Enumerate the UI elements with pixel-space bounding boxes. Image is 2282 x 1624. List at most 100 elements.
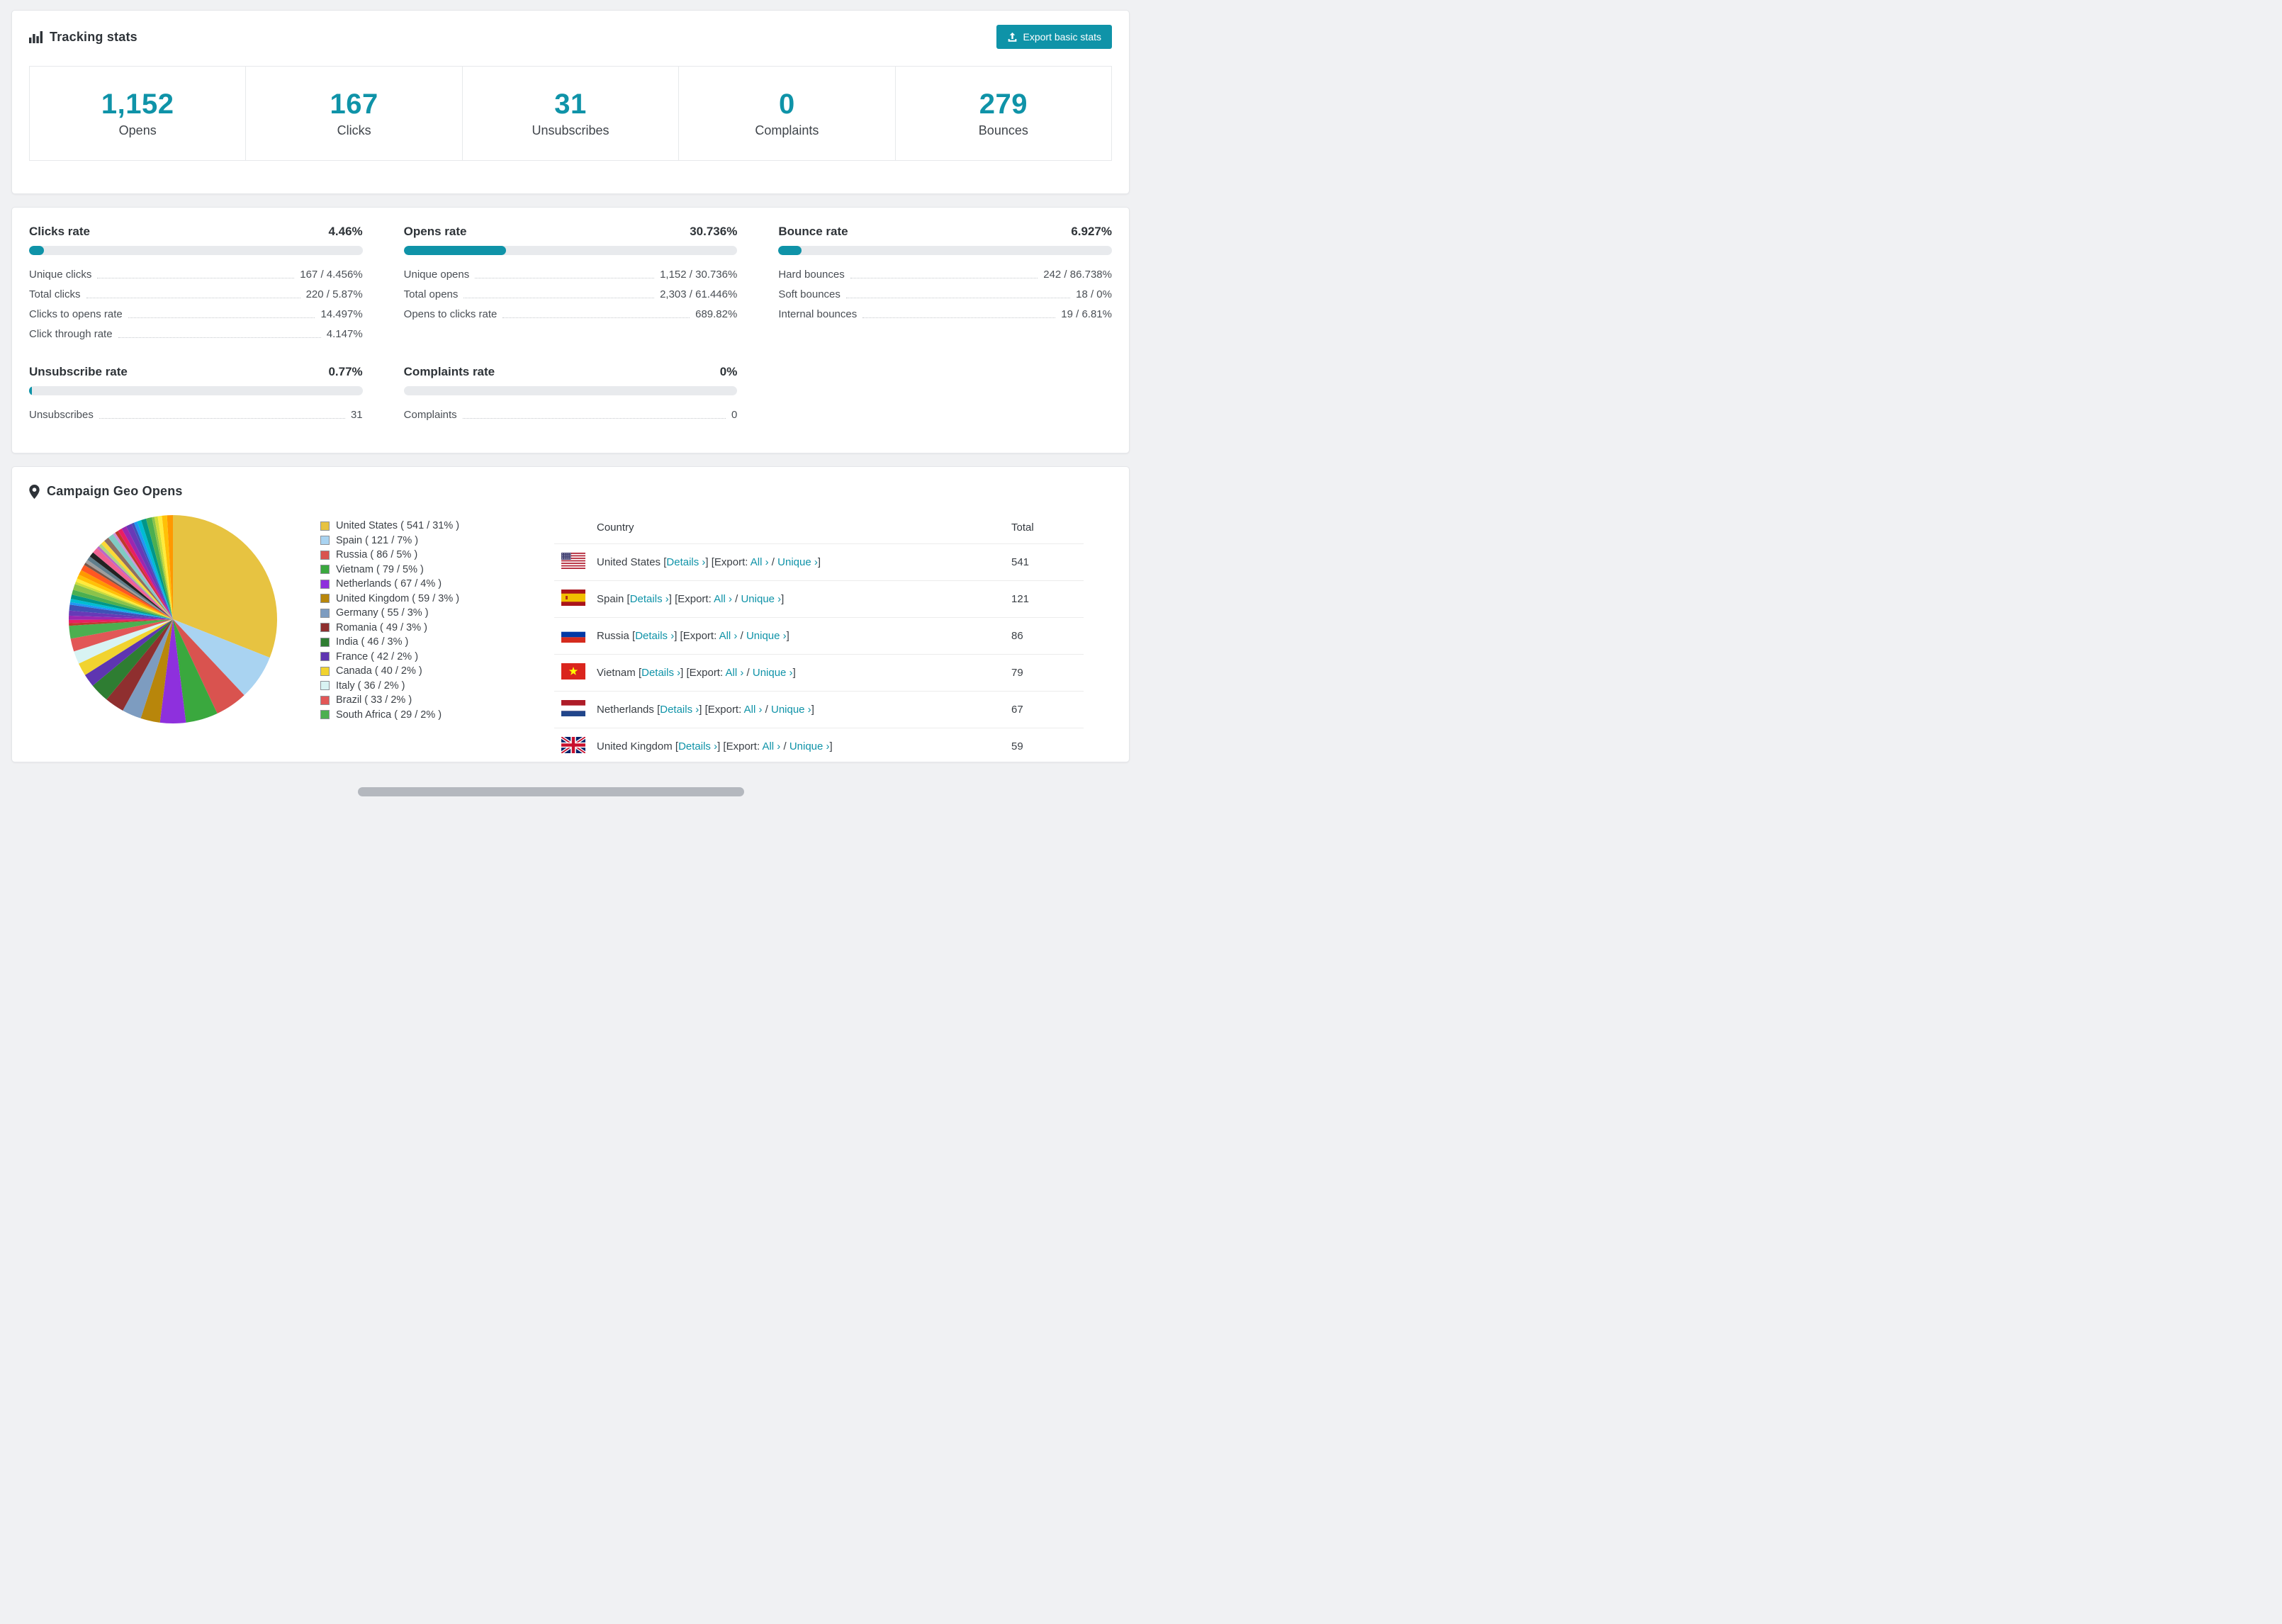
bracket: ] [817, 556, 821, 568]
metric-row: Unique opens 1,152 / 30.736% [404, 264, 738, 284]
metric-value: 4.147% [326, 327, 363, 340]
rate-progress-bar [403, 246, 738, 255]
country-cell: Vietnam [Details ›] [Export: All › / Uni… [591, 654, 1006, 692]
legend-item-south-africa: South Africa ( 29 / 2% ) [320, 708, 522, 723]
export-all-link[interactable]: All › [744, 704, 763, 716]
details-link[interactable]: Details › [635, 630, 674, 642]
rate-progress-bar [778, 246, 1112, 255]
rate-head: Clicks rate 4.46% [29, 225, 363, 239]
total-cell: 67 [1006, 691, 1084, 728]
total-cell: 79 [1006, 654, 1084, 692]
geo-table-header-row: Country Total [554, 507, 1084, 544]
export-basic-stats-button[interactable]: Export basic stats [996, 25, 1112, 49]
separator: / [737, 630, 746, 642]
details-link[interactable]: Details › [641, 667, 680, 679]
legend-swatch [320, 710, 330, 720]
tracking-stats-header: Tracking stats Export basic stats [29, 25, 1112, 49]
rate-head: Bounce rate 6.927% [778, 225, 1112, 239]
legend-label: South Africa ( 29 / 2% ) [336, 709, 442, 721]
legend-item-vietnam: Vietnam ( 79 / 5% ) [320, 563, 522, 577]
export-unique-link[interactable]: Unique › [789, 740, 830, 752]
legend-label: Vietnam ( 79 / 5% ) [336, 563, 424, 575]
legend-label: Russia ( 86 / 5% ) [336, 549, 418, 561]
separator: / [731, 593, 741, 605]
horizontal-scrollbar-thumb[interactable] [358, 787, 744, 796]
legend-label: Spain ( 121 / 7% ) [336, 534, 419, 546]
metric-label: Soft bounces [778, 288, 841, 300]
flag-cell [554, 617, 591, 655]
details-link[interactable]: Details › [660, 704, 699, 716]
export-unique-link[interactable]: Unique › [753, 667, 793, 679]
rate-progress-fill [778, 246, 802, 255]
export-all-link[interactable]: All › [762, 740, 780, 752]
rate-block-complaints-rate: Complaints rate 0% Complaints 0 [403, 365, 738, 424]
details-link[interactable]: Details › [630, 593, 669, 605]
legend-swatch [320, 536, 330, 546]
rate-value: 6.927% [1071, 225, 1112, 238]
metric-row: Soft bounces 18 / 0% [778, 284, 1112, 304]
rates-grid: Clicks rate 4.46% Unique clicks 167 / 4.456… [29, 225, 1112, 424]
export-unique-link[interactable]: Unique › [771, 704, 811, 716]
export-all-link[interactable]: All › [751, 556, 769, 568]
export-all-link[interactable]: All › [719, 630, 738, 642]
legend-item-italy: Italy ( 36 / 2% ) [320, 679, 522, 694]
export-all-link[interactable]: All › [714, 593, 732, 605]
stat-value-complaints: 0 [779, 89, 795, 120]
country-name: Vietnam [597, 667, 639, 679]
details-link[interactable]: Details › [666, 556, 705, 568]
gb-flag-icon [561, 737, 585, 753]
legend-label: India ( 46 / 3% ) [336, 636, 409, 648]
stat-value-bounces: 279 [979, 89, 1028, 120]
rate-title: Unsubscribe rate [29, 365, 128, 378]
metric-value: 2,303 / 61.446% [660, 288, 738, 300]
rate-value: 30.736% [690, 225, 738, 238]
campaign-geo-opens-card: Campaign Geo Opens United States ( 541 /… [11, 466, 1130, 762]
legend-label: United Kingdom ( 59 / 3% ) [336, 592, 460, 604]
metric-value: 242 / 86.738% [1043, 268, 1112, 281]
flag-cell [554, 728, 591, 762]
table-row-vietnam: Vietnam [Details ›] [Export: All › / Uni… [554, 654, 1084, 692]
bracket: ] [Export: [668, 593, 714, 605]
metric-row: Total clicks 220 / 5.87% [29, 284, 363, 304]
us-flag-icon [561, 553, 585, 569]
legend-swatch [320, 681, 330, 691]
export-all-link[interactable]: All › [726, 667, 744, 679]
es-flag-icon [561, 590, 585, 606]
bracket: ] [786, 630, 789, 642]
legend-item-spain: Spain ( 121 / 7% ) [320, 534, 522, 548]
metric-row: Unique clicks 167 / 4.456% [29, 264, 363, 284]
country-column-header: Country [597, 521, 634, 534]
dotted-leader [862, 317, 1056, 318]
export-unique-link[interactable]: Unique › [746, 630, 787, 642]
metric-row: Complaints 0 [404, 405, 738, 424]
stat-label-opens: Opens [118, 123, 157, 137]
rate-value: 0.77% [328, 365, 363, 378]
table-row-united-states: United States [Details ›] [Export: All ›… [554, 543, 1084, 581]
geo-table: Country Total United States [Details ›] [… [554, 507, 1084, 762]
dotted-leader [118, 337, 321, 338]
metric-row: Internal bounces 19 / 6.81% [778, 304, 1112, 324]
legend-item-netherlands: Netherlands ( 67 / 4% ) [320, 577, 522, 592]
metric-label: Unsubscribes [29, 408, 94, 421]
details-link[interactable]: Details › [678, 740, 717, 752]
bracket: ] [781, 593, 785, 605]
rate-head: Opens rate 30.736% [404, 225, 738, 239]
legend-item-france: France ( 42 / 2% ) [320, 650, 522, 665]
rate-title: Bounce rate [778, 225, 848, 238]
country-name: United Kingdom [597, 740, 675, 752]
bracket: ] [792, 667, 796, 679]
legend-swatch [320, 637, 330, 647]
export-unique-link[interactable]: Unique › [741, 593, 781, 605]
total-cell: 541 [1006, 543, 1084, 581]
metric-value: 220 / 5.87% [305, 288, 363, 300]
legend-swatch [320, 623, 330, 633]
export-unique-link[interactable]: Unique › [777, 556, 818, 568]
metric-label: Clicks to opens rate [29, 308, 123, 320]
rate-title: Opens rate [403, 225, 467, 238]
nl-flag-icon [561, 700, 585, 716]
metric-label: Complaints [403, 408, 457, 421]
stat-label-complaints: Complaints [755, 123, 819, 137]
separator: / [780, 740, 789, 752]
bracket: ] [Export: [705, 556, 751, 568]
table-row-spain: Spain [Details ›] [Export: All › / Uniqu… [554, 580, 1084, 618]
